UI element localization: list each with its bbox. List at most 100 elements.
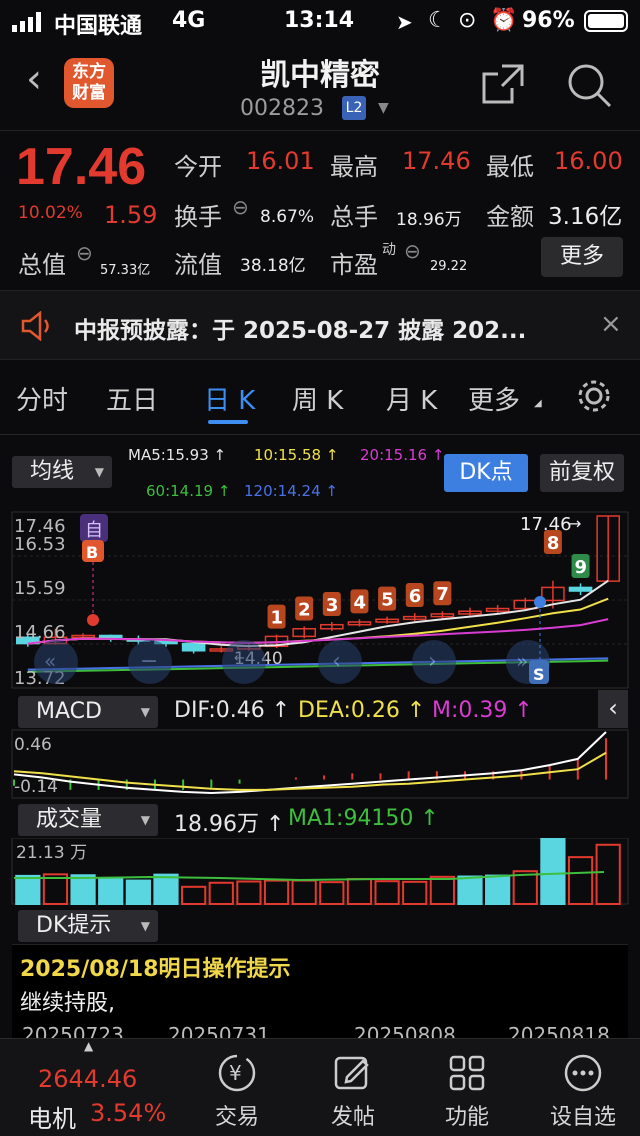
kline-chart[interactable]: 1 2 3 4 5 6 789 17.46 16.53 15.59 14.66 13.72 …: [0, 508, 640, 690]
lock-rotation-icon: ⊙: [458, 8, 477, 33]
volume-bar: [567, 856, 594, 906]
volume-bar: [263, 879, 290, 906]
pe-label: 市盈: [330, 251, 378, 279]
dk-tip-label: DK提示: [36, 913, 112, 938]
volume-select-label: 成交量: [36, 807, 103, 832]
tab-daily-k[interactable]: 日 K: [204, 380, 255, 417]
sell-dot: [534, 596, 546, 608]
edit-icon: [333, 1053, 373, 1093]
dk-tip-advice: 继续持股,: [20, 991, 115, 1016]
minus-icon: −: [140, 649, 158, 674]
volume-bar: [595, 843, 621, 905]
bottom-nav: ▲ 2644.46 电机 3.54% ¥ 交易 发帖 功能 设自选: [0, 1038, 640, 1136]
dk-markers: 1 2 3 4 5 6 7 89: [267, 530, 590, 629]
index-percent: 3.54%: [90, 1099, 167, 1127]
volume-value-label: 18.96万 ↑: [174, 812, 285, 837]
moon-icon: ☾: [428, 8, 448, 33]
search-icon[interactable]: [566, 62, 612, 112]
chevron-right-icon: ›: [428, 649, 437, 674]
dk-marker: 2: [298, 600, 311, 621]
dk-tip-select[interactable]: DK提示 ▼: [18, 910, 158, 942]
low-label: 最低: [486, 153, 534, 181]
index-name[interactable]: 电机: [28, 1099, 76, 1134]
info-icon[interactable]: ⊖: [404, 239, 421, 263]
y-tick-3: 15.59: [14, 578, 66, 599]
open-value: 16.01: [246, 147, 315, 175]
nav-functions[interactable]: 功能: [422, 1053, 512, 1131]
tab-more[interactable]: 更多: [468, 380, 520, 417]
nav-post-label: 发帖: [330, 1105, 375, 1130]
share-icon[interactable]: [480, 62, 526, 110]
zoom-in-button[interactable]: [222, 640, 266, 684]
ma-select[interactable]: 均线 ▼: [12, 456, 112, 488]
rewind-icon: «: [44, 649, 56, 673]
candle[interactable]: [568, 586, 593, 592]
nav-post[interactable]: 发帖: [308, 1053, 398, 1131]
dk-point-button[interactable]: DK点: [444, 454, 528, 492]
volume-y-tick: 21.13 万: [16, 843, 87, 863]
volume-chart[interactable]: 21.13 万: [0, 838, 640, 906]
info-icon[interactable]: ⊖: [232, 195, 249, 219]
carrier: 中国联通: [54, 14, 143, 39]
active-tab-indicator: [208, 420, 248, 424]
dea-value: DEA:0.26 ↑: [298, 698, 426, 723]
close-icon[interactable]: ×: [600, 309, 622, 339]
macd-chart[interactable]: 0.46 -0.14: [0, 728, 640, 800]
battery-icon: [584, 10, 628, 32]
buy-marker-b: B: [86, 543, 98, 562]
tab-intraday[interactable]: 分时: [16, 380, 68, 417]
open-label: 今开: [174, 153, 222, 181]
notice-text: 中报预披露：于 2025-08-27 披露 202...: [74, 318, 527, 344]
volume-bar: [485, 874, 511, 905]
volume-bar: [346, 878, 373, 906]
volume-bar: [153, 873, 179, 905]
ma-select-label: 均线: [30, 459, 75, 484]
info-icon[interactable]: ⊖: [76, 241, 93, 265]
volume-bar: [236, 880, 262, 905]
dk-marker: 8: [547, 533, 560, 554]
volume-select[interactable]: 成交量 ▼: [18, 804, 158, 836]
index-value[interactable]: 2644.46: [38, 1065, 137, 1093]
tab-monthly-k[interactable]: 月 K: [386, 380, 437, 417]
volume-value: 18.96万: [396, 210, 462, 230]
pe-superscript: 动: [382, 242, 396, 258]
ma120-value: 120:14.24 ↑: [244, 482, 338, 500]
volume-bar: [429, 875, 455, 905]
network: 4G: [172, 8, 206, 33]
buy-dot: [87, 614, 99, 626]
macd-select[interactable]: MACD ▼: [18, 696, 158, 728]
last-price: 17.46: [16, 138, 147, 196]
tab-weekly-k[interactable]: 周 K: [292, 380, 343, 417]
float-label: 流值: [174, 251, 222, 279]
volume-bars: [15, 838, 621, 906]
amount-value: 3.16亿: [548, 204, 623, 230]
ma60-value: 60:14.19 ↑: [146, 482, 231, 500]
adjust-price-button[interactable]: 前复权: [540, 454, 624, 492]
volume-bar: [457, 875, 483, 906]
caret-icon: ◢: [534, 398, 542, 409]
volume-bar: [319, 881, 345, 905]
tab-five-day[interactable]: 五日: [106, 380, 158, 417]
l2-badge[interactable]: L2: [342, 96, 366, 120]
chevron-left-icon: ‹: [332, 649, 341, 674]
macd-select-label: MACD: [36, 699, 102, 724]
nav-trade[interactable]: ¥ 交易: [192, 1053, 282, 1131]
disclosure-notice[interactable]: 中报预披露：于 2025-08-27 披露 202... ×: [0, 290, 640, 360]
gear-icon[interactable]: [576, 378, 612, 418]
collapse-panel-button[interactable]: ‹: [598, 690, 628, 728]
last-price-tag: 17.46: [520, 514, 572, 535]
macd-lines: [13, 731, 607, 795]
more-dots-icon: [563, 1053, 603, 1093]
self-select-mark: 自: [85, 520, 103, 541]
nav-add-watchlist[interactable]: 设自选: [538, 1053, 628, 1131]
yen-icon: ¥: [217, 1053, 257, 1093]
more-button[interactable]: 更多: [541, 237, 623, 277]
chevron-down-icon[interactable]: ▼: [378, 100, 389, 116]
speaker-icon: [20, 310, 54, 345]
m-value: M:0.39 ↑: [432, 698, 533, 723]
change-percent: 10.02%: [18, 203, 83, 223]
stock-name: 凯中精密: [260, 58, 380, 93]
alarm-icon: ⏰: [490, 8, 518, 33]
candle[interactable]: [181, 642, 206, 652]
float-value: 38.18亿: [240, 256, 306, 276]
